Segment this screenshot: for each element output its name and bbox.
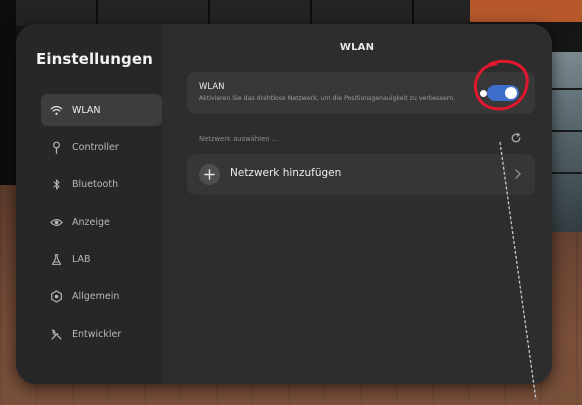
sidebar-item-allgemein[interactable]: Allgemein — [41, 281, 162, 313]
wlan-toggle[interactable] — [480, 85, 519, 101]
sidebar: Einstellungen WLAN Controller Bluetooth — [16, 24, 162, 384]
controller-icon — [48, 139, 64, 155]
wlan-setting-title: WLAN — [199, 82, 225, 92]
sidebar-item-entwickler[interactable]: Entwickler — [41, 318, 162, 350]
tools-icon — [48, 326, 64, 342]
wifi-icon — [48, 102, 64, 118]
sidebar-item-label: LAB — [72, 254, 91, 266]
add-network-label: Netzwerk hinzufügen — [230, 167, 342, 179]
background-ceiling-panel — [98, 0, 210, 26]
flask-icon — [48, 252, 64, 268]
sidebar-item-wlan[interactable]: WLAN — [41, 94, 162, 126]
background-ceiling-panel — [210, 0, 312, 26]
wlan-setting-card: WLAN Aktivieren Sie das drahtlose Netzwe… — [187, 72, 535, 114]
sidebar-item-label: Allgemein — [72, 291, 120, 303]
sidebar-nav: WLAN Controller Bluetooth Anzeige LAB Al… — [16, 94, 162, 356]
sidebar-item-lab[interactable]: LAB — [41, 244, 162, 276]
background-ceiling-panel — [414, 0, 472, 26]
sidebar-item-bluetooth[interactable]: Bluetooth — [41, 169, 162, 201]
sidebar-item-label: Bluetooth — [72, 179, 119, 191]
chevron-right-icon — [515, 169, 521, 179]
add-network-button[interactable]: Netzwerk hinzufügen — [187, 154, 535, 195]
eye-icon — [48, 214, 64, 230]
sidebar-item-label: Anzeige — [72, 216, 110, 228]
settings-window: Einstellungen WLAN Controller Bluetooth — [16, 24, 552, 384]
background-ceiling-panel — [312, 0, 414, 26]
main-panel: WLAN WLAN Aktivieren Sie das drahtlose N… — [162, 24, 552, 384]
refresh-icon — [511, 132, 521, 143]
wlan-setting-description: Aktivieren Sie das drahtlose Netzwerk, u… — [199, 95, 456, 102]
toggle-indicator-dot — [480, 90, 487, 97]
bluetooth-icon — [48, 177, 64, 193]
plus-icon — [199, 164, 220, 185]
sidebar-item-label: Entwickler — [72, 328, 122, 340]
sidebar-item-label: WLAN — [72, 104, 101, 116]
sidebar-item-controller[interactable]: Controller — [41, 131, 162, 163]
page-title: WLAN — [339, 42, 375, 53]
network-select-label: Netzwerk auswählen ... — [199, 135, 279, 143]
background-orange-panel — [470, 0, 582, 22]
sidebar-item-anzeige[interactable]: Anzeige — [41, 206, 162, 238]
toggle-knob — [505, 87, 517, 99]
sidebar-item-label: Controller — [72, 141, 119, 153]
gear-icon — [48, 289, 64, 305]
settings-title: Einstellungen — [36, 50, 153, 68]
refresh-button[interactable] — [509, 131, 523, 145]
